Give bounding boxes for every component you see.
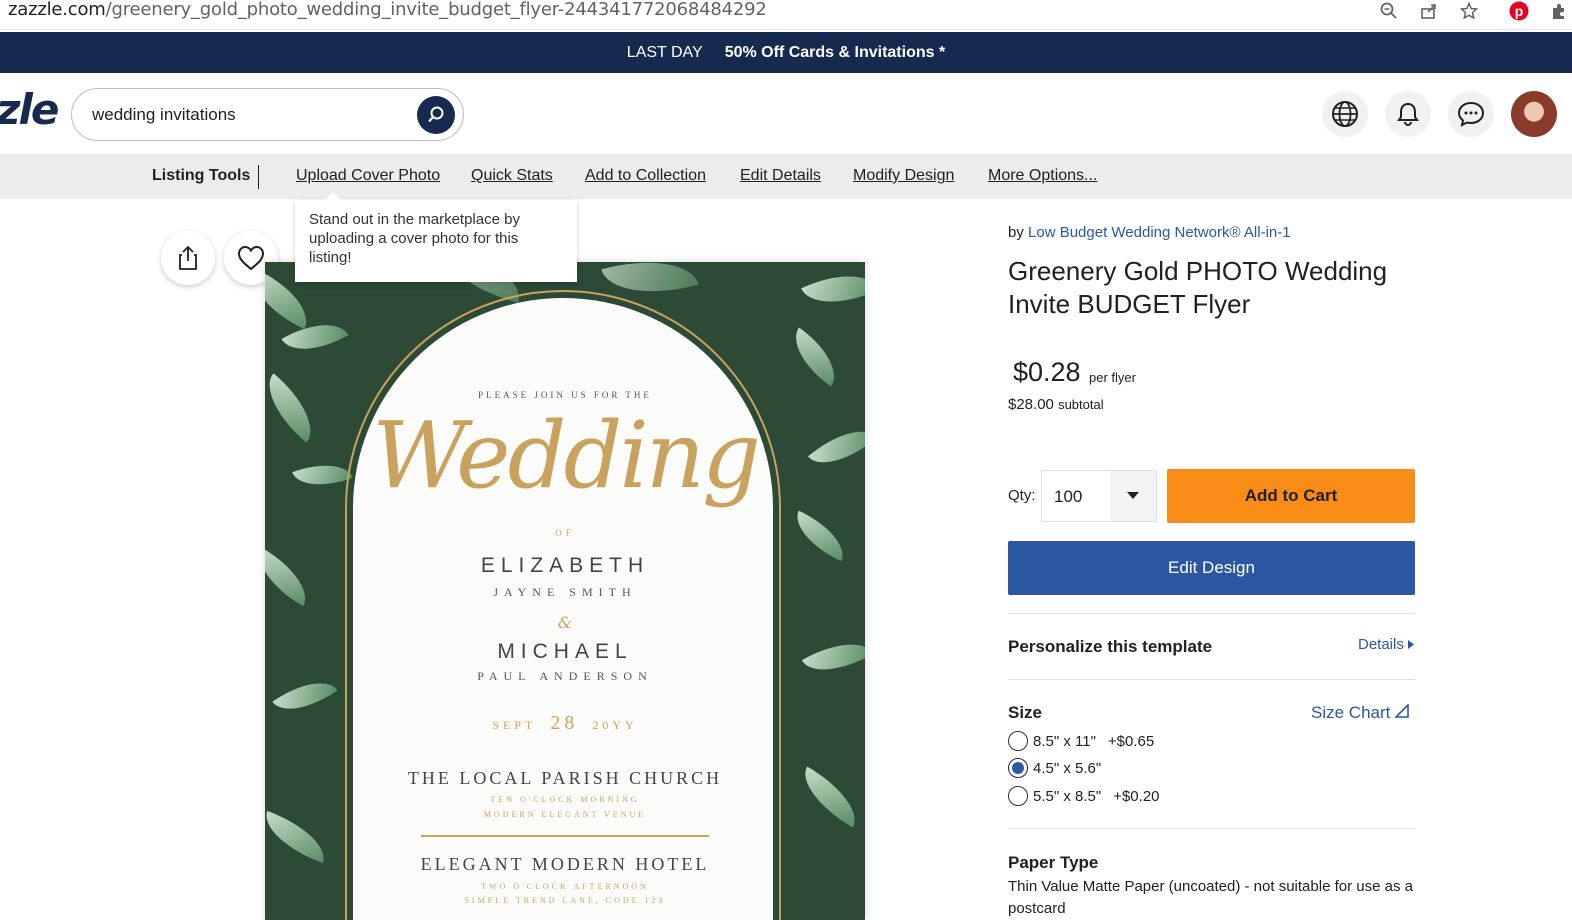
date-month: SEPT [492, 718, 537, 732]
search-button[interactable] [417, 96, 455, 134]
add-to-collection-link[interactable]: Add to Collection [585, 167, 706, 185]
leaf-decoration [801, 262, 865, 320]
quantity-value: 100 [1054, 487, 1083, 506]
caret-right-icon [1408, 640, 1415, 649]
chevron-down-icon[interactable] [1110, 471, 1156, 521]
subtotal-label: subtotal [1058, 397, 1104, 412]
star-icon[interactable] [1458, 0, 1480, 22]
invite-title: Wedding [372, 402, 761, 509]
ceremony-address: MODERN ELEGANT VENUE [483, 810, 647, 819]
reception-time: TWO O'CLOCK AFTERNOON [481, 882, 649, 891]
divider [1008, 613, 1415, 614]
quick-stats-link[interactable]: Quick Stats [471, 167, 553, 185]
edit-details-link[interactable]: Edit Details [740, 167, 821, 185]
zazzle-logo[interactable]: zle [0, 85, 59, 134]
price-unit: per flyer [1089, 370, 1136, 385]
bride-first-name: ELIZABETH [480, 554, 650, 577]
subtotal-value: $28.00 [1008, 396, 1054, 413]
size-option[interactable]: 4.5" x 5.6" [1008, 758, 1101, 778]
cover-photo-tooltip: Stand out in the marketplace by uploadin… [295, 192, 577, 282]
avatar[interactable] [1511, 91, 1557, 137]
extensions-icon[interactable] [1548, 0, 1570, 22]
store-byline: by Low Budget Wedding Network® All-in-1 [1008, 224, 1291, 241]
search-bar[interactable] [71, 88, 464, 141]
size-option-label: 8.5" x 11" [1033, 732, 1096, 750]
details-link[interactable]: Details [1358, 636, 1415, 653]
size-label: Size [1008, 703, 1043, 722]
browser-url-bar[interactable]: zazzle.com/greenery_gold_photo_wedding_i… [0, 0, 1572, 30]
divider [1008, 828, 1415, 829]
divider [258, 165, 259, 189]
product-title: Greenery Gold PHOTO Wedding Invite BUDGE… [1008, 256, 1388, 319]
search-icon [428, 106, 444, 123]
size-radio[interactable] [1008, 786, 1028, 806]
ruler-icon [1394, 703, 1409, 718]
size-radio[interactable] [1008, 731, 1028, 751]
modify-design-link[interactable]: Modify Design [853, 167, 954, 185]
unit-price: $0.28 [1013, 357, 1081, 387]
divider [421, 835, 709, 837]
promo-offer[interactable]: 50% Off Cards & Invitations * [725, 44, 946, 62]
heart-icon [237, 245, 265, 271]
invite-intro: PLEASE JOIN US FOR THE [478, 390, 652, 400]
wedding-date: SEPT 28 20YY [265, 712, 865, 735]
invite-of: OF [555, 528, 575, 538]
promo-day: LAST DAY [626, 43, 703, 61]
size-option-label: 5.5" x 8.5" [1033, 787, 1102, 805]
personalize-heading: Personalize this template [1008, 637, 1213, 656]
divider [1008, 679, 1415, 680]
date-year: 20YY [592, 718, 638, 732]
zoom-icon[interactable] [1378, 0, 1400, 22]
size-option-label: 4.5" x 5.6" [1033, 759, 1102, 777]
ceremony-time: TEN O'CLOCK MORNING [490, 795, 640, 804]
paper-type-description: Thin Value Matte Paper (uncoated) - not … [1008, 878, 1413, 917]
listing-tools-title: Listing Tools [152, 167, 251, 184]
size-option[interactable]: 5.5" x 8.5" +$0.20 [1008, 786, 1160, 806]
site-header: zle [0, 73, 1572, 154]
more-options-link[interactable]: More Options... [988, 167, 1097, 185]
date-day: 28 [550, 712, 579, 734]
reception-address: SIMPLE TREND LANE, CODE 123 [464, 896, 666, 905]
subtotal: $28.00 subtotal [1008, 396, 1104, 413]
size-option-price: +$0.20 [1113, 787, 1160, 805]
listing-tools-bar: Listing Tools Upload Cover Photo Quick S… [0, 154, 1572, 199]
upload-cover-photo-link[interactable]: Upload Cover Photo [296, 167, 440, 185]
chat-icon[interactable] [1448, 91, 1494, 137]
globe-icon[interactable] [1322, 91, 1368, 137]
svg-text:p: p [1515, 3, 1524, 19]
quantity-select[interactable]: 100 [1041, 470, 1157, 522]
ceremony-venue: THE LOCAL PARISH CHURCH [407, 768, 723, 788]
url-text[interactable]: zazzle.com/greenery_gold_photo_wedding_i… [8, 0, 767, 20]
edit-design-button[interactable]: Edit Design [1008, 541, 1415, 595]
reception-venue: ELEGANT MODERN HOTEL [420, 854, 710, 874]
promo-banner[interactable]: LAST DAY 50% Off Cards & Invitations * [0, 32, 1572, 73]
groom-last-name: PAUL ANDERSON [477, 669, 653, 683]
size-option[interactable]: 8.5" x 11" +$0.65 [1008, 731, 1154, 751]
size-chart-link[interactable]: Size Chart [1311, 703, 1409, 723]
store-link[interactable]: Low Budget Wedding Network® All-in-1 [1028, 224, 1291, 241]
bell-icon[interactable] [1385, 91, 1431, 137]
share-icon [179, 245, 197, 270]
bride-last-name: JAYNE SMITH [493, 585, 637, 599]
pinterest-icon[interactable]: p [1508, 0, 1530, 22]
quantity-label: Qty: [1008, 487, 1036, 504]
share-icon[interactable] [1418, 0, 1440, 22]
size-option-price: +$0.65 [1107, 732, 1155, 750]
size-radio-selected[interactable] [1008, 758, 1028, 778]
add-to-cart-button[interactable]: Add to Cart [1167, 469, 1415, 523]
ampersand: & [557, 613, 573, 632]
leaf-decoration [781, 327, 849, 387]
paper-type-label: Paper Type [1008, 853, 1099, 872]
groom-first-name: MICHAEL [497, 640, 633, 663]
search-input[interactable] [92, 101, 402, 129]
share-button[interactable] [161, 231, 215, 285]
product-image[interactable]: PLEASE JOIN US FOR THE Wedding OF ELIZAB… [265, 262, 865, 920]
